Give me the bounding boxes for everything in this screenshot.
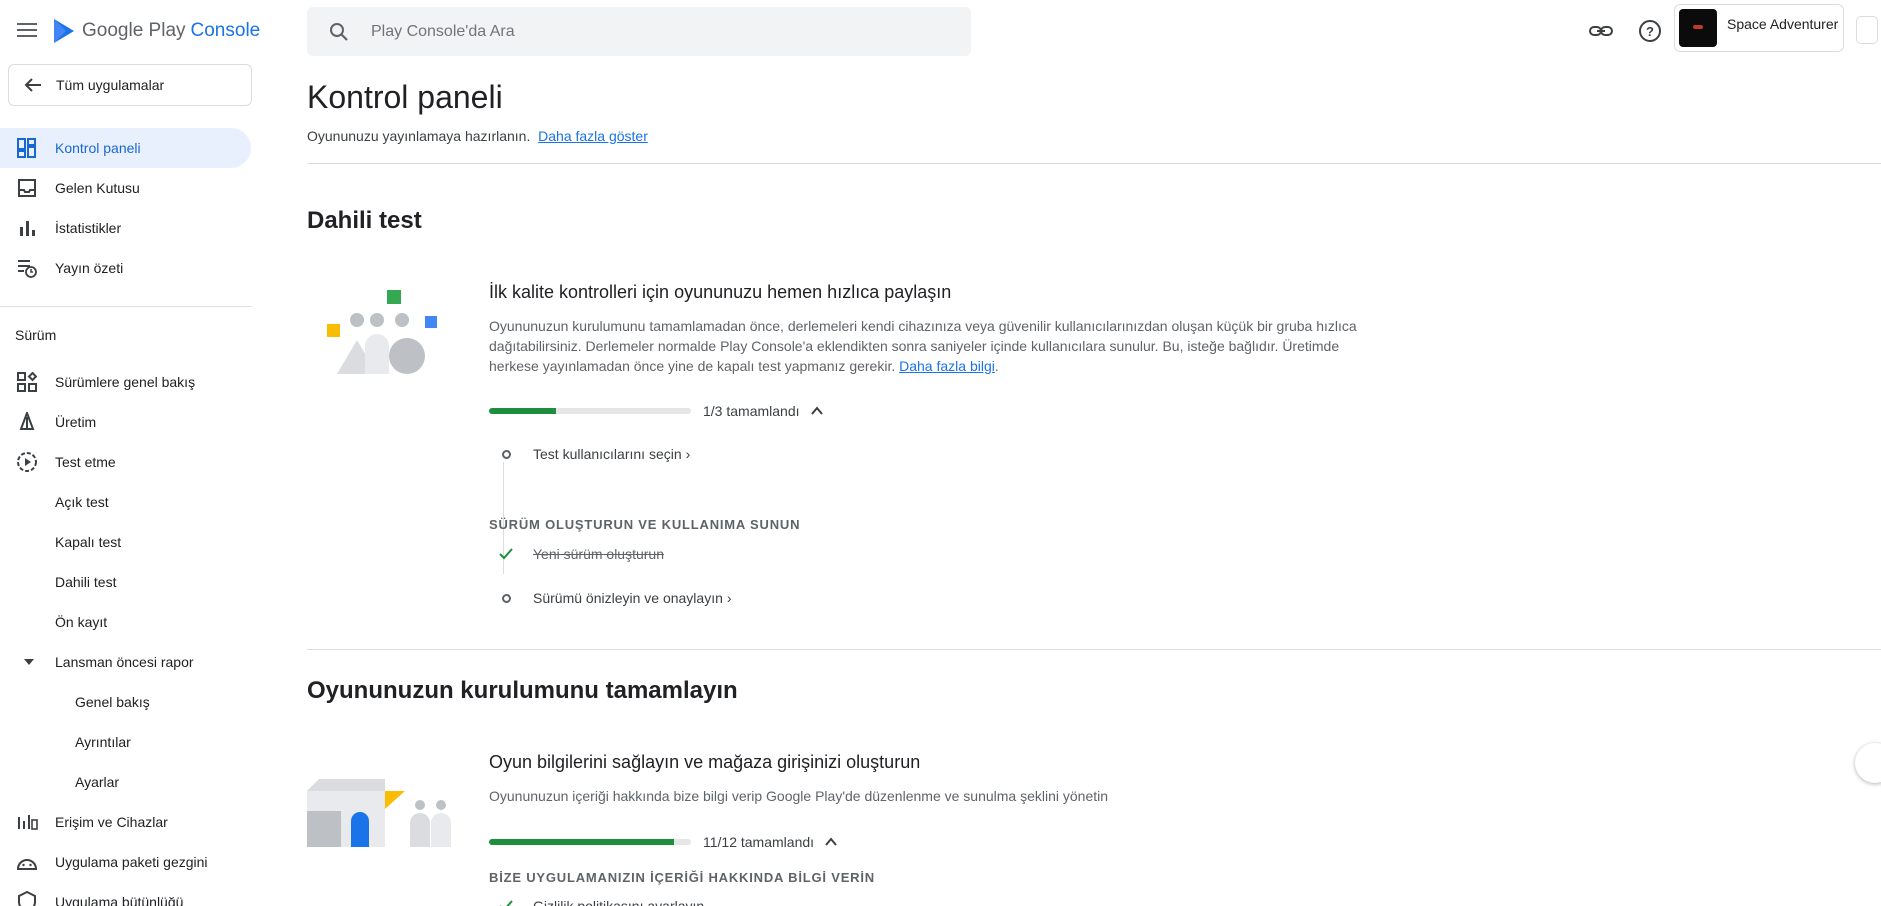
sidebar-item-label: Ayarlar: [75, 774, 120, 790]
all-apps-button[interactable]: Tüm uygulamalar: [8, 64, 252, 106]
chevron-right-icon: ›: [685, 446, 691, 462]
dashboard-icon: [16, 137, 38, 159]
sidebar-item-label: Uygulama bütünlüğü: [55, 894, 184, 906]
sidebar-item-label: Uygulama paketi gezgini: [55, 854, 208, 870]
chevron-up-icon[interactable]: [810, 404, 824, 418]
help-icon[interactable]: ?: [1636, 17, 1664, 45]
brand-console: Console: [190, 20, 261, 41]
sidebar-item-label: Ayrıntılar: [75, 734, 131, 750]
learn-more-link[interactable]: Daha fazla bilgi: [899, 358, 995, 374]
task-label: Sürümü önizleyin ve onaylayın: [533, 590, 723, 606]
progress-bar: [489, 408, 691, 414]
setup-progress[interactable]: 11/12 tamamlandı: [489, 834, 838, 850]
sidebar-item-label: Test etme: [55, 454, 116, 470]
sidebar-item-label: Açık test: [55, 494, 109, 510]
sidebar-item-label: Yayın özeti: [55, 260, 124, 276]
progress-bar: [489, 839, 691, 845]
task-preview-release[interactable]: Sürümü önizleyin ve onaylayın ›: [502, 590, 732, 606]
check-icon: [499, 548, 513, 560]
task-status-dot: [502, 593, 511, 603]
task-label: Test kullanıcılarını seçin: [533, 446, 682, 462]
section-setup-title: Oyununuzun kurulumunu tamamlayın: [307, 677, 738, 704]
devices-icon: [16, 811, 38, 833]
page-subtitle-text: Oyununuzu yayınlamaya hazırlanın.: [307, 128, 531, 144]
show-more-link[interactable]: Daha fazla göster: [538, 128, 648, 144]
account-icon[interactable]: [1856, 16, 1878, 44]
header-divider: [307, 163, 1881, 164]
sidebar-item-label: Ön kayıt: [55, 614, 108, 630]
store-listing-card-description: Oyununuzun içeriği hakkında bize bilgi v…: [489, 788, 1109, 804]
play-console-logo[interactable]: Google Play Console: [52, 18, 260, 44]
arrow-back-icon: [24, 78, 41, 92]
internal-test-progress[interactable]: 1/3 tamamlandı: [489, 403, 824, 419]
check-icon: [500, 900, 513, 906]
search-box[interactable]: [307, 7, 971, 56]
store-listing-card-title: Oyun bilgilerini sağlayın ve mağaza giri…: [489, 752, 921, 772]
app-content-group-heading: BİZE UYGULAMANIZIN İÇERİĞİ HAKKINDA BİLG…: [489, 870, 875, 885]
all-apps-label: Tüm uygulamalar: [56, 77, 165, 93]
bar-chart-icon: [16, 217, 38, 239]
task-label: Yeni sürüm oluşturun: [533, 546, 665, 562]
sidebar-divider: [0, 306, 251, 307]
chevron-down-icon: [18, 651, 40, 673]
sidebar: Tüm uygulamalar Kontrol paneli Gelen Kut…: [0, 62, 260, 906]
menu-icon[interactable]: [15, 19, 39, 43]
search-input[interactable]: [371, 22, 931, 41]
task-label: Gizlilik politikasını ayarlayın: [533, 898, 705, 906]
play-logo-icon: [54, 19, 74, 43]
sidebar-item-label: Genel bakış: [75, 694, 150, 710]
release-group-heading: SÜRÜM OLUŞTURUN VE KULLANIMA SUNUN: [489, 517, 801, 532]
section-internal-test-title: Dahili test: [307, 207, 422, 234]
assistant-fab[interactable]: [1855, 743, 1881, 783]
sidebar-item-label: Dahili test: [55, 574, 117, 590]
page-title: Kontrol paneli: [307, 79, 503, 115]
sidebar-item-label: Kapalı test: [55, 534, 122, 550]
releases-overview-icon: [16, 371, 38, 393]
sidebar-item-label: Üretim: [55, 414, 97, 430]
sidebar-item-label: İstatistikler: [55, 220, 122, 236]
task-create-release[interactable]: Yeni sürüm oluşturun: [499, 546, 665, 562]
internal-test-card-title: İlk kalite kontrolleri için oyununuzu he…: [489, 282, 952, 302]
task-select-testers[interactable]: Test kullanıcılarını seçin ›: [502, 446, 691, 462]
sidebar-item-label: Gelen Kutusu: [55, 180, 140, 196]
task-privacy-policy[interactable]: Gizlilik politikasını ayarlayın: [500, 898, 705, 906]
app-thumbnail: [1679, 9, 1717, 47]
progress-text: 1/3 tamamlandı: [703, 403, 800, 419]
sidebar-item-label: Erişim ve Cihazlar: [55, 814, 168, 830]
publishing-icon: [16, 257, 38, 279]
progress-fill: [489, 408, 557, 414]
page-subtitle: Oyununuzu yayınlamaya hazırlanın. Daha f…: [307, 128, 648, 144]
sidebar-item-label: Sürümlere genel bakış: [55, 374, 196, 390]
top-bar: Google Play Console ? Space Adventurer: [0, 0, 1881, 62]
production-icon: [16, 411, 38, 433]
testing-icon: [16, 451, 38, 473]
svg-text:?: ?: [1646, 24, 1654, 39]
app-selector[interactable]: Space Adventurer: [1674, 4, 1844, 52]
progress-text: 11/12 tamamlandı: [703, 834, 815, 850]
brand-google: Google Play: [82, 20, 186, 41]
section-release-label: Sürüm: [15, 327, 57, 343]
shield-icon: [16, 891, 38, 906]
inbox-icon: [16, 177, 38, 199]
android-icon: [16, 851, 38, 873]
link-icon[interactable]: [1587, 17, 1615, 45]
store-listing-illustration: [307, 779, 451, 847]
internal-test-card-description: Oyununuzun kurulumunu tamamlamadan önce,…: [489, 318, 1357, 374]
sidebar-item-label: Kontrol paneli: [55, 140, 141, 156]
section-divider: [307, 649, 1881, 650]
chevron-up-icon[interactable]: [824, 835, 838, 849]
chevron-right-icon: ›: [726, 590, 732, 606]
sidebar-item-label: Lansman öncesi rapor: [55, 654, 194, 670]
search-icon[interactable]: [327, 20, 351, 44]
sidebar-item-dashboard[interactable]: Kontrol paneli: [0, 128, 251, 168]
task-status-dot: [502, 449, 511, 459]
app-name: Space Adventurer: [1727, 16, 1839, 32]
internal-test-illustration: [327, 290, 437, 374]
progress-fill: [489, 839, 675, 845]
